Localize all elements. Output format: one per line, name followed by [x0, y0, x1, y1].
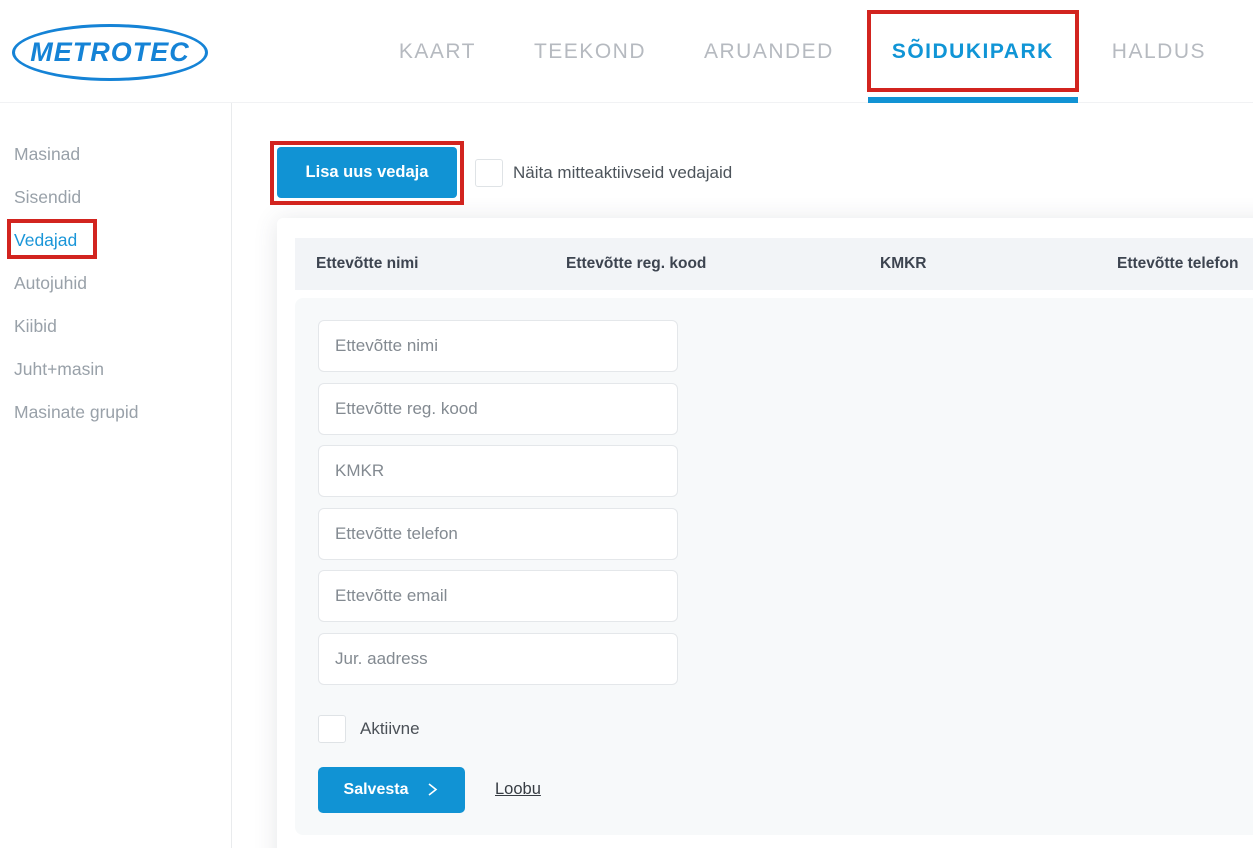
sidebar-item-autojuhid[interactable]: Autojuhid [0, 262, 231, 305]
column-header-company-name: Ettevõtte nimi [316, 255, 566, 273]
tab-label: KAART [399, 40, 476, 64]
email-field[interactable] [318, 570, 678, 622]
sidebar: Masinad Sisendid Vedajad Autojuhid Kiibi… [0, 103, 232, 848]
sidebar-item-vedajad[interactable]: Vedajad [0, 219, 231, 262]
sidebar-item-label: Vedajad [14, 230, 77, 251]
save-button[interactable]: Salvesta [318, 767, 465, 813]
add-vedaja-button[interactable]: Lisa uus vedaja [277, 147, 457, 198]
new-vedaja-form: Aktiivne Salvesta Loobu [295, 298, 1253, 835]
cancel-link[interactable]: Loobu [495, 780, 541, 799]
phone-field[interactable] [318, 508, 678, 560]
table-header-row: Ettevõtte nimi Ettevõtte reg. kood KMKR … [295, 238, 1253, 290]
reg-code-field[interactable] [318, 383, 678, 435]
tab-label: ARUANDED [704, 40, 834, 64]
sidebar-menu: Masinad Sisendid Vedajad Autojuhid Kiibi… [0, 103, 231, 434]
sidebar-item-label: Sisendid [14, 187, 81, 208]
active-checkbox[interactable] [318, 715, 346, 743]
tab-label: TEEKOND [534, 40, 646, 64]
active-checkbox-row: Aktiivne [318, 715, 1253, 743]
vedajad-card: Ettevõtte nimi Ettevõtte reg. kood KMKR … [277, 218, 1253, 848]
tab-aruanded[interactable]: ARUANDED [704, 0, 834, 103]
sidebar-item-masinad[interactable]: Masinad [0, 133, 231, 176]
sidebar-item-label: Autojuhid [14, 273, 87, 294]
sidebar-item-label: Masinate grupid [14, 402, 139, 423]
sidebar-item-kiibid[interactable]: Kiibid [0, 305, 231, 348]
tab-haldus[interactable]: HALDUS [1112, 0, 1206, 103]
sidebar-item-sisendid[interactable]: Sisendid [0, 176, 231, 219]
logo-text: METROTEC [30, 37, 190, 68]
save-button-label: Salvesta [344, 781, 409, 799]
active-tab-underline [868, 97, 1078, 103]
tab-teekond[interactable]: TEEKOND [534, 0, 646, 103]
tab-kaart[interactable]: KAART [399, 0, 476, 103]
sidebar-item-juht-masin[interactable]: Juht+masin [0, 348, 231, 391]
show-inactive-label: Näita mitteaktiivseid vedajaid [513, 163, 732, 183]
address-field[interactable] [318, 633, 678, 685]
show-inactive-checkbox[interactable] [475, 159, 503, 187]
kmkr-field[interactable] [318, 445, 678, 497]
active-checkbox-label: Aktiivne [360, 719, 420, 739]
sidebar-item-masinate-grupid[interactable]: Masinate grupid [0, 391, 231, 434]
metrotec-logo[interactable]: METROTEC [12, 24, 208, 81]
column-header-kmkr: KMKR [880, 255, 1117, 273]
sidebar-item-label: Juht+masin [14, 359, 104, 380]
sidebar-item-label: Kiibid [14, 316, 57, 337]
tab-soidukipark[interactable]: SÕIDUKIPARK [892, 0, 1054, 103]
tab-label: SÕIDUKIPARK [892, 40, 1054, 64]
tab-label: HALDUS [1112, 40, 1206, 64]
chevron-right-icon [426, 782, 439, 797]
top-header: METROTEC KAART TEEKOND ARUANDED SÕIDUKIP… [0, 0, 1253, 103]
form-buttons-row: Salvesta Loobu [318, 767, 1253, 813]
company-name-field[interactable] [318, 320, 678, 372]
column-header-phone: Ettevõtte telefon [1117, 255, 1253, 273]
column-header-reg-code: Ettevõtte reg. kood [566, 255, 880, 273]
main-nav: KAART TEEKOND ARUANDED SÕIDUKIPARK HALDU… [399, 0, 1206, 103]
sidebar-item-label: Masinad [14, 144, 80, 165]
app-screen: METROTEC KAART TEEKOND ARUANDED SÕIDUKIP… [0, 0, 1253, 848]
